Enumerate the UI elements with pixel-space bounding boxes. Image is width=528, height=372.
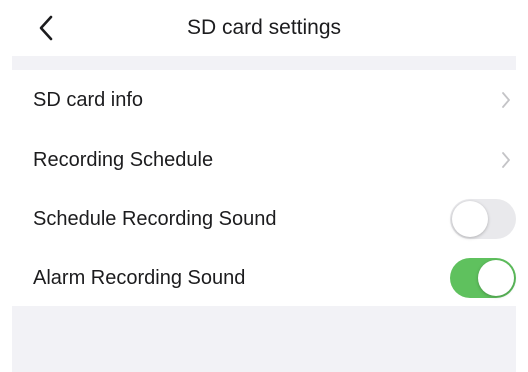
- settings-row-label: Recording Schedule: [33, 148, 214, 171]
- settings-row-recording-schedule[interactable]: Recording Schedule: [12, 130, 516, 189]
- back-button[interactable]: [28, 10, 64, 46]
- navigation-bar: SD card settings: [0, 0, 528, 56]
- chevron-right-icon: [496, 150, 516, 170]
- settings-row-sd-card-info[interactable]: SD card info: [12, 70, 516, 130]
- settings-row-schedule-recording-sound: Schedule Recording Sound: [12, 189, 516, 248]
- toggle-knob: [478, 259, 514, 296]
- alarm-recording-sound-toggle[interactable]: [450, 257, 516, 298]
- section-footer-background: [12, 306, 516, 372]
- sd-card-settings-screen: SD card settings SD card info Recording …: [0, 0, 528, 372]
- settings-row-alarm-recording-sound: Alarm Recording Sound: [12, 248, 516, 307]
- section-separator: [12, 56, 516, 70]
- settings-list: SD card info Recording Schedule Schedule…: [12, 70, 516, 307]
- toggle-knob: [452, 200, 488, 237]
- chevron-left-icon: [39, 15, 53, 41]
- page-title: SD card settings: [186, 16, 342, 39]
- settings-row-label: Schedule Recording Sound: [33, 207, 277, 230]
- settings-row-label: SD card info: [33, 89, 144, 111]
- settings-row-label: Alarm Recording Sound: [33, 266, 246, 289]
- schedule-recording-sound-toggle[interactable]: [450, 198, 516, 239]
- chevron-right-icon: [496, 90, 516, 110]
